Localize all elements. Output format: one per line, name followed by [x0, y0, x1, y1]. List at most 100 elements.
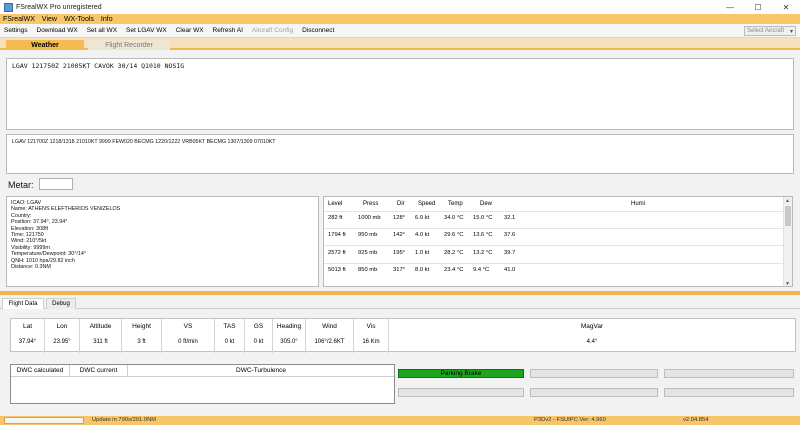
fd-label: TAS — [223, 323, 236, 330]
fd-label: Heading — [276, 323, 302, 330]
sim-status: P3Dv2 - FSUIPC Ver: 4.960 — [534, 417, 606, 423]
fd-vis: Vis 16 Km — [354, 319, 389, 353]
chevron-down-icon: ▾ — [789, 29, 793, 35]
menu-fsrealwx[interactable]: FSrealWX — [3, 16, 35, 23]
disconnect-button[interactable]: Disconnect — [302, 27, 334, 34]
close-button[interactable]: ✕ — [772, 0, 800, 14]
tab-weather[interactable]: Weather — [6, 40, 84, 50]
table-row[interactable]: 1794 ft 950 mb 142° 4.0 kt 29.6 °C 13.6 … — [324, 230, 784, 242]
dwc-panel: DWC calculated DWC current DWC-Turbulenc… — [10, 364, 395, 404]
table-row[interactable]: 282 ft 1000 mb 128° 6.0 kt 34.0 °C 15.0 … — [324, 213, 784, 225]
fd-magvar: MagVar 4.4° — [389, 319, 795, 353]
maximize-button[interactable]: ☐ — [744, 0, 772, 14]
title-bar: FSrealWX Pro unregistered — ☐ ✕ — [0, 0, 800, 14]
fd-value: 16 Km — [362, 339, 380, 345]
cell-press: 925 mb — [358, 250, 378, 256]
cell-temp: 28.2 °C — [444, 250, 464, 256]
col-dir[interactable]: Dir — [397, 201, 405, 207]
cell-humi: 39.7 — [504, 250, 516, 256]
fd-label: Height — [132, 323, 151, 330]
menu-bar: FSrealWX View WX-Tools Info — [0, 14, 800, 24]
set-station-wx-button[interactable]: Set LGAV WX — [126, 27, 167, 34]
taf-textbox[interactable]: LGAV 121700Z 1218/1318 21010KT 9999 FEW0… — [6, 134, 794, 174]
cell-dew: 15.0 °C — [473, 215, 493, 221]
status-indicator — [530, 388, 658, 397]
update-status: Update in 790s/201.0NM — [92, 417, 157, 423]
station-info-panel: ICAO: LGAV Name: ATHENS ELEFTHERIOS VENI… — [6, 196, 319, 287]
app-logo-icon — [4, 2, 13, 12]
row-divider — [324, 263, 784, 264]
window-controls: — ☐ ✕ — [716, 0, 800, 14]
cell-humi: 37.6 — [504, 232, 516, 238]
fd-lat: Lat 37.94° — [11, 319, 45, 353]
menu-info[interactable]: Info — [101, 16, 113, 23]
tab-debug[interactable]: Debug — [46, 298, 76, 309]
main-tab-strip: Weather Flight Recorder — [0, 38, 800, 50]
cell-temp: 34.0 °C — [444, 215, 464, 221]
table-row[interactable]: 2572 ft 925 mb 195° 1.0 kt 28.2 °C 13.2 … — [324, 248, 784, 260]
table-row[interactable]: 5013 ft 850 mb 317° 8.0 kt 23.4 °C 9.4 °… — [324, 265, 784, 277]
minimize-button[interactable]: — — [716, 0, 744, 14]
fd-gs: GS 0 kt — [245, 319, 273, 353]
menu-view[interactable]: View — [42, 16, 57, 23]
fd-label: VS — [183, 323, 193, 330]
col-temp[interactable]: Temp — [448, 201, 463, 207]
col-dew[interactable]: Dew — [480, 201, 492, 207]
cell-temp: 29.6 °C — [444, 232, 464, 238]
select-aircraft-value: Select Aircraft — [747, 28, 785, 34]
progress-box — [4, 417, 84, 424]
cell-level: 1794 ft — [328, 232, 346, 238]
fd-tas: TAS 0 kt — [215, 319, 245, 353]
fd-height: Height 3 ft — [122, 319, 162, 353]
clear-wx-button[interactable]: Clear WX — [176, 27, 204, 34]
row-divider — [324, 211, 784, 212]
tab-flight-data[interactable]: Flight Data — [2, 298, 44, 309]
toolbar: Settings Download WX Set all WX Set LGAV… — [0, 24, 800, 38]
fd-label: Vis — [366, 323, 376, 330]
cell-dew: 13.2 °C — [473, 250, 493, 256]
cell-level: 5013 ft — [328, 267, 346, 273]
tab-flight-recorder[interactable]: Flight Recorder — [88, 40, 170, 50]
dwc-turbulence-header: DWC-Turbulence — [128, 365, 394, 377]
fd-value: 3 ft — [137, 339, 146, 345]
levels-scrollbar[interactable]: ▲ ▼ — [783, 197, 792, 286]
cell-speed: 4.0 kt — [415, 232, 430, 238]
fd-value: 0 ft/min — [178, 339, 198, 345]
cell-speed: 8.0 kt — [415, 267, 430, 273]
col-press[interactable]: Press — [363, 201, 378, 207]
fd-altitude: Altitude 311 ft — [80, 319, 122, 353]
fd-value: 0 kt — [253, 339, 264, 345]
status-indicator — [664, 369, 794, 378]
status-bar: Update in 790s/201.0NM P3Dv2 - FSUIPC Ve… — [0, 416, 800, 425]
fd-value: 37.94° — [18, 339, 37, 345]
cell-dir: 128° — [393, 215, 405, 221]
menu-wx-tools[interactable]: WX-Tools — [64, 16, 94, 23]
status-indicator — [530, 369, 658, 378]
fd-heading: Heading 305.0° — [273, 319, 306, 353]
set-all-wx-button[interactable]: Set all WX — [87, 27, 117, 34]
scroll-up-arrow-icon[interactable]: ▲ — [785, 198, 790, 204]
scroll-thumb[interactable] — [785, 206, 791, 226]
fd-value: 23.95° — [53, 339, 71, 345]
refresh-ai-button[interactable]: Refresh AI — [213, 27, 243, 34]
metar-station-input[interactable] — [39, 178, 73, 190]
aircraft-config-button[interactable]: Aircraft Config — [252, 27, 293, 34]
fd-value: 0 kt — [224, 339, 235, 345]
select-aircraft-dropdown[interactable]: Select Aircraft ▾ — [744, 26, 796, 36]
version-status: v2.04.854 — [683, 417, 709, 423]
fd-value: 4.4° — [586, 339, 598, 345]
metar-textbox[interactable]: LGAV 121750Z 21005KT CAVOK 30/14 Q1010 N… — [6, 58, 794, 130]
window-title: FSrealWX Pro unregistered — [16, 3, 102, 11]
fd-label: Wind — [322, 323, 337, 330]
panel-splitter[interactable] — [0, 291, 800, 295]
col-speed[interactable]: Speed — [418, 201, 435, 207]
col-level[interactable]: Level — [328, 201, 342, 207]
scroll-down-arrow-icon[interactable]: ▼ — [785, 281, 790, 286]
settings-button[interactable]: Settings — [4, 27, 28, 34]
parking-brake-indicator: Parking Brake — [398, 369, 524, 378]
cell-press: 850 mb — [358, 267, 378, 273]
download-wx-button[interactable]: Download WX — [37, 27, 78, 34]
fd-value: 106°/2.6KT — [314, 339, 345, 345]
cell-level: 282 ft — [328, 215, 343, 221]
col-humi[interactable]: Humi — [631, 201, 645, 207]
